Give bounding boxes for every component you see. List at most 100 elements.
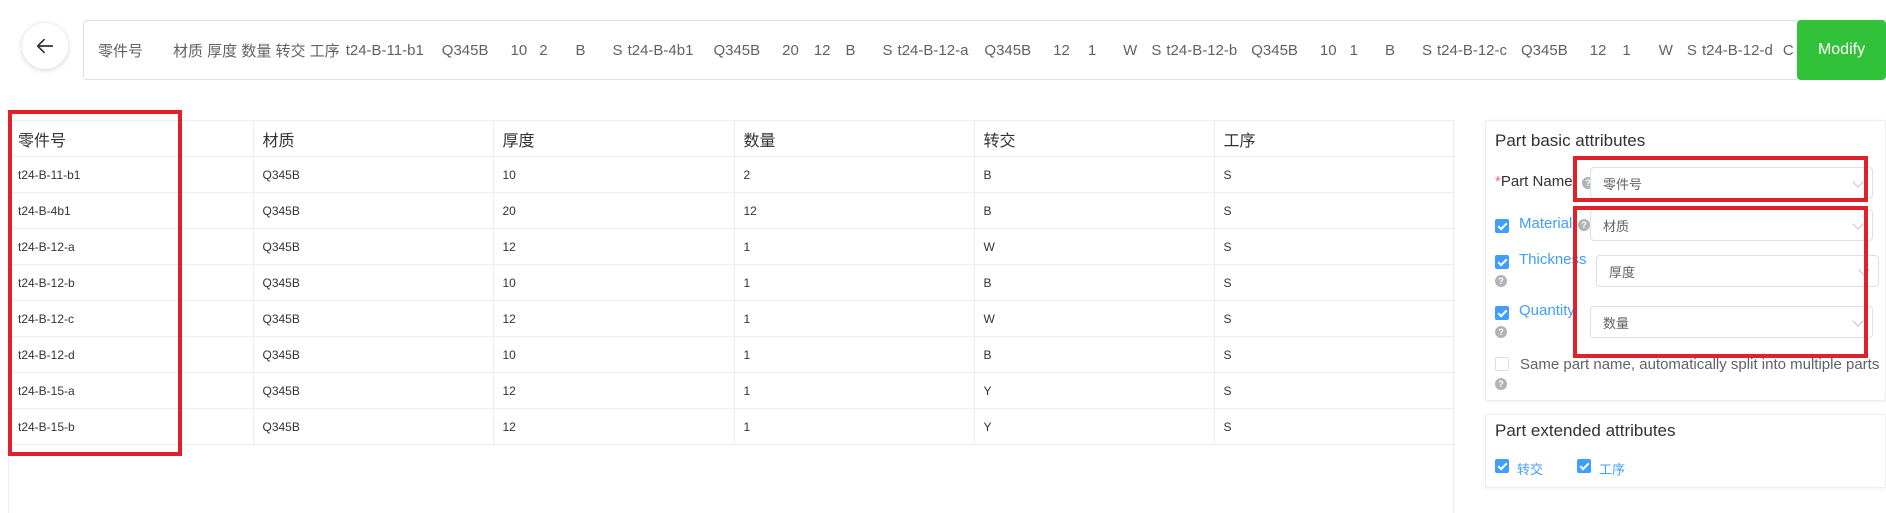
input-segment: S — [612, 41, 623, 59]
split-label: Same part name, automatically split into… — [1520, 356, 1880, 373]
table-cell: t24-B-12-d — [9, 336, 254, 373]
input-segment: B — [845, 41, 856, 59]
chevron-down-icon — [1852, 315, 1864, 327]
input-segment: C — [1782, 41, 1794, 59]
quantity-select[interactable]: 数量 — [1590, 306, 1873, 338]
table-cell: 10 — [493, 264, 735, 301]
table-cell: W — [974, 228, 1215, 265]
table-row: t24-B-12-b Q345B 10 1 B S — [9, 264, 1455, 301]
table-cell: t24-B-12-b — [9, 264, 254, 301]
table-cell: 2 — [734, 156, 975, 193]
input-segment: 1 — [1349, 41, 1358, 59]
input-segment: B — [1384, 41, 1395, 59]
extended-attributes-panel: Part extended attributes 转交 工序 — [1485, 414, 1886, 488]
table-cell: S — [1214, 372, 1455, 409]
input-segment: t24-B-12-d — [1701, 41, 1773, 59]
chevron-down-icon — [1858, 264, 1870, 276]
input-segment: 20 — [782, 41, 799, 59]
column-header[interactable]: 零件号 — [9, 120, 254, 157]
ext-checkbox-1[interactable] — [1495, 459, 1509, 473]
table-cell: t24-B-15-a — [9, 372, 254, 409]
split-checkbox[interactable] — [1495, 357, 1509, 371]
column-header[interactable]: 转交 — [974, 120, 1215, 157]
material-checkbox[interactable] — [1495, 219, 1509, 233]
table-cell: t24-B-12-c — [9, 300, 254, 337]
ext-item-label: 工序 — [1599, 462, 1626, 477]
input-segment: t24-B-12-b — [1166, 41, 1238, 59]
input-segment: 材质 厚度 数量 转交 工序 — [173, 42, 340, 60]
extended-attributes-title: Part extended attributes — [1495, 421, 1676, 440]
input-segment: 12 — [813, 41, 831, 59]
input-segment: 零件号 — [98, 42, 144, 60]
table-cell: S — [1214, 264, 1455, 301]
input-segment: 10 — [510, 41, 528, 59]
input-segment: W — [1123, 41, 1138, 59]
ext-item-label: 转交 — [1517, 462, 1544, 477]
input-segment: Q345B — [1251, 41, 1298, 59]
thickness-select[interactable]: 厚度 — [1596, 255, 1879, 287]
quantity-value: 数量 — [1603, 315, 1630, 331]
table-cell: 1 — [734, 408, 975, 445]
table-cell: Y — [974, 372, 1215, 409]
basic-attributes-panel: Part basic attributes *Part Name ? 零件号 M… — [1485, 120, 1886, 401]
table-cell: 1 — [734, 264, 975, 301]
help-icon[interactable]: ? — [1578, 219, 1590, 231]
input-segment: Q345B — [984, 41, 1032, 59]
table-row: t24-B-12-d Q345B 10 1 B S — [9, 336, 1455, 373]
table-cell: Q345B — [253, 264, 494, 301]
table-cell: S — [1214, 228, 1455, 265]
table-cell: S — [1214, 408, 1455, 445]
table-cell: Y — [974, 408, 1215, 445]
input-segment: Q345B — [1521, 41, 1568, 59]
quantity-checkbox[interactable] — [1495, 306, 1509, 320]
column-header[interactable]: 工序 — [1214, 120, 1455, 157]
input-segment: 1 — [1087, 41, 1097, 59]
chevron-down-icon — [1852, 218, 1864, 230]
material-value: 材质 — [1603, 218, 1630, 234]
table-cell: Q345B — [253, 372, 494, 409]
table-cell: 20 — [493, 192, 735, 229]
table-cell: Q345B — [253, 336, 494, 373]
back-button[interactable] — [22, 23, 68, 69]
chevron-down-icon — [1852, 176, 1864, 188]
table-cell: t24-B-11-b1 — [9, 156, 254, 193]
input-segment: B — [575, 41, 586, 59]
help-icon[interactable]: ? — [1495, 378, 1507, 390]
raw-data-input[interactable]: 零件号 材质 厚度 数量 转交 工序 t24-B-11-b1 Q345B 10 … — [83, 20, 1801, 80]
column-header[interactable]: 厚度 — [493, 120, 735, 157]
part-name-label: *Part Name — [1495, 173, 1573, 190]
input-segment: Q345B — [713, 41, 761, 59]
thickness-checkbox[interactable] — [1495, 255, 1509, 269]
input-segment: S — [1686, 41, 1697, 59]
table-cell: S — [1214, 300, 1455, 337]
table-cell: Q345B — [253, 408, 494, 445]
input-segment: 1 — [1622, 41, 1631, 59]
help-icon[interactable]: ? — [1495, 326, 1507, 338]
ext-checkbox-2[interactable] — [1577, 459, 1591, 473]
table-row: t24-B-12-c Q345B 12 1 W S — [9, 300, 1455, 337]
input-segment: 2 — [539, 41, 548, 59]
input-segment: S — [1421, 41, 1432, 59]
column-header[interactable]: 数量 — [734, 120, 975, 157]
arrow-left-icon — [36, 38, 54, 54]
column-header[interactable]: 材质 — [253, 120, 494, 157]
table-cell: W — [974, 300, 1215, 337]
table-row: t24-B-4b1 Q345B 20 12 B S — [9, 192, 1455, 229]
table-cell: B — [974, 264, 1215, 301]
material-select[interactable]: 材质 — [1590, 209, 1873, 241]
table-cell: t24-B-4b1 — [9, 192, 254, 229]
part-name-select[interactable]: 零件号 — [1590, 167, 1873, 199]
table-cell: 1 — [734, 300, 975, 337]
table-cell: 12 — [493, 408, 735, 445]
quantity-label: Quantity — [1519, 302, 1575, 319]
table-row: t24-B-15-b Q345B 12 1 Y S — [9, 408, 1455, 445]
part-name-label-text: Part Name — [1500, 173, 1573, 190]
input-segment: W — [1658, 41, 1673, 59]
table-cell: Q345B — [253, 228, 494, 265]
table-row: t24-B-15-a Q345B 12 1 Y S — [9, 372, 1455, 409]
modify-button[interactable]: Modify — [1797, 20, 1886, 80]
help-icon[interactable]: ? — [1495, 275, 1507, 287]
table-cell: S — [1214, 336, 1455, 373]
table-cell: S — [1214, 156, 1455, 193]
table-cell: t24-B-15-b — [9, 408, 254, 445]
